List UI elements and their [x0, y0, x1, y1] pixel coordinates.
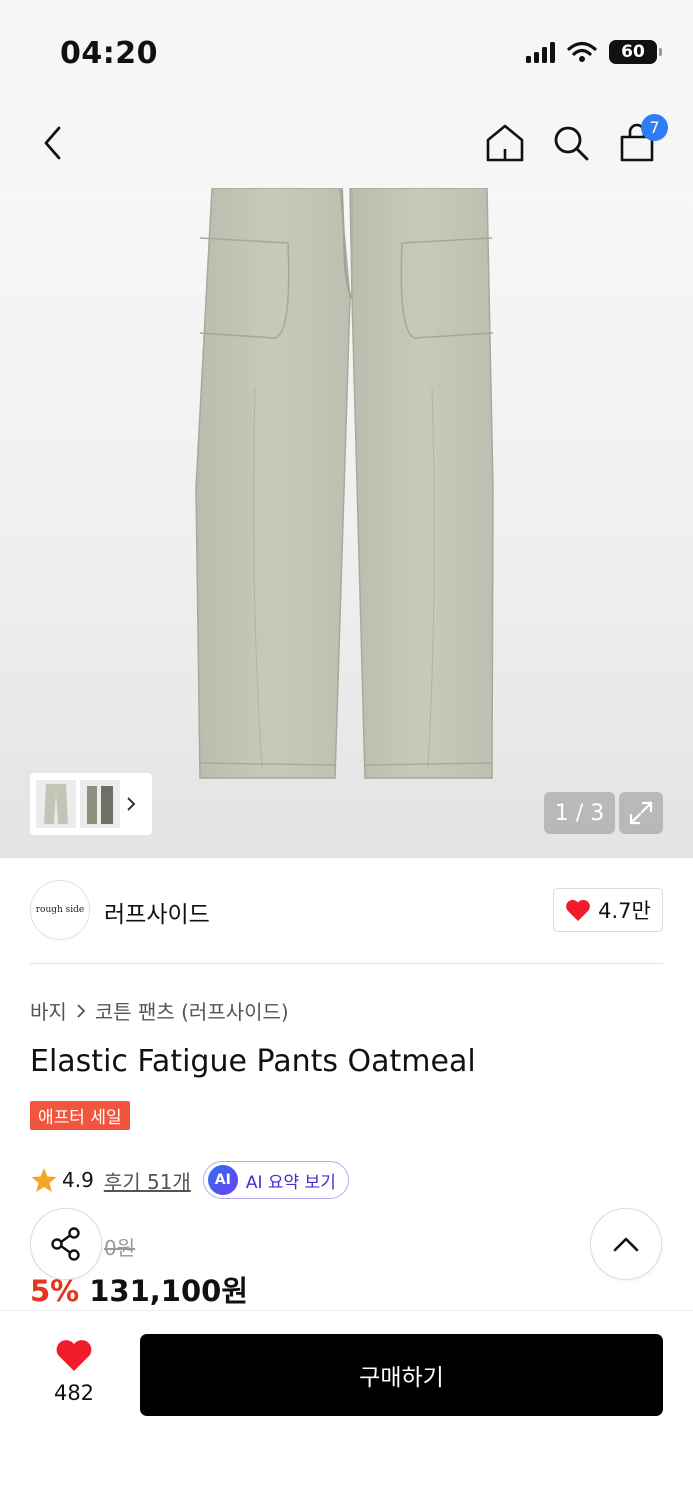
review-link[interactable]: 후기 51개 — [104, 1166, 191, 1195]
wifi-icon — [567, 41, 597, 62]
brand-name[interactable]: 러프사이드 — [104, 895, 210, 929]
ai-summary-label: AI 요약 보기 — [245, 1172, 336, 1193]
status-time: 04:20 — [60, 36, 158, 71]
product-image — [195, 188, 494, 779]
star-icon — [31, 1168, 57, 1192]
back-icon — [44, 126, 61, 160]
brand-row[interactable]: rough side 러프사이드 4.7만 — [30, 880, 663, 942]
page-indicator: 1 / 3 — [544, 792, 615, 834]
expand-icon — [629, 801, 653, 825]
thumbnail-image[interactable] — [36, 780, 76, 828]
heart-icon — [566, 899, 590, 921]
thumbnail-image[interactable] — [80, 780, 120, 828]
sale-price: 131,100원 — [89, 1274, 249, 1308]
wishlist-button[interactable]: 482 — [44, 1339, 104, 1405]
status-bar: 04:20 60 — [0, 0, 693, 100]
cellular-signal-icon — [526, 41, 555, 63]
share-icon — [51, 1227, 80, 1261]
breadcrumb: 바지 코튼 팬츠 (러프사이드) — [30, 996, 289, 1025]
chevron-right-icon — [77, 1003, 86, 1018]
heart-icon — [56, 1340, 92, 1371]
breadcrumb-item[interactable]: 바지 — [30, 996, 67, 1025]
buy-button[interactable]: 구매하기 — [140, 1334, 663, 1416]
thumbnail-strip[interactable] — [30, 773, 152, 835]
status-icons: 60 — [526, 40, 662, 64]
home-button[interactable] — [480, 118, 530, 168]
brand-like-button[interactable]: 4.7만 — [553, 888, 663, 932]
rating-value: 4.9 — [62, 1168, 94, 1192]
chevron-right-icon — [127, 797, 136, 811]
rating-row: 4.9 후기 51개 AI AI 요약 보기 — [30, 1160, 349, 1200]
brand-like-count: 4.7만 — [598, 899, 651, 923]
battery-icon: 60 — [609, 40, 662, 64]
cart-count-badge: 7 — [641, 114, 668, 141]
original-price: 0원 — [104, 1236, 136, 1260]
scroll-top-button[interactable] — [590, 1208, 662, 1280]
product-image-gallery[interactable]: 1 / 3 — [0, 188, 693, 858]
top-nav-bar: 7 — [0, 100, 693, 188]
ai-icon: AI — [207, 1165, 238, 1195]
expand-image-button[interactable] — [619, 792, 663, 834]
brand-logo[interactable]: rough side — [30, 880, 90, 940]
cart-button[interactable]: 7 — [612, 114, 668, 168]
home-icon — [486, 124, 524, 162]
breadcrumb-item[interactable]: 코튼 팬츠 (러프사이드) — [95, 996, 289, 1025]
sale-badge: 애프터 세일 — [30, 1101, 130, 1130]
search-button[interactable] — [546, 118, 596, 168]
wishlist-count: 482 — [53, 1381, 95, 1405]
bottom-action-bar: 482 구매하기 — [0, 1310, 693, 1500]
chevron-up-icon — [613, 1237, 639, 1252]
share-button[interactable] — [30, 1208, 102, 1280]
product-title: Elastic Fatigue Pants Oatmeal — [30, 1044, 476, 1079]
back-button[interactable] — [28, 118, 78, 168]
search-icon — [554, 126, 589, 161]
divider — [30, 963, 663, 964]
ai-summary-button[interactable]: AI AI 요약 보기 — [202, 1161, 349, 1199]
